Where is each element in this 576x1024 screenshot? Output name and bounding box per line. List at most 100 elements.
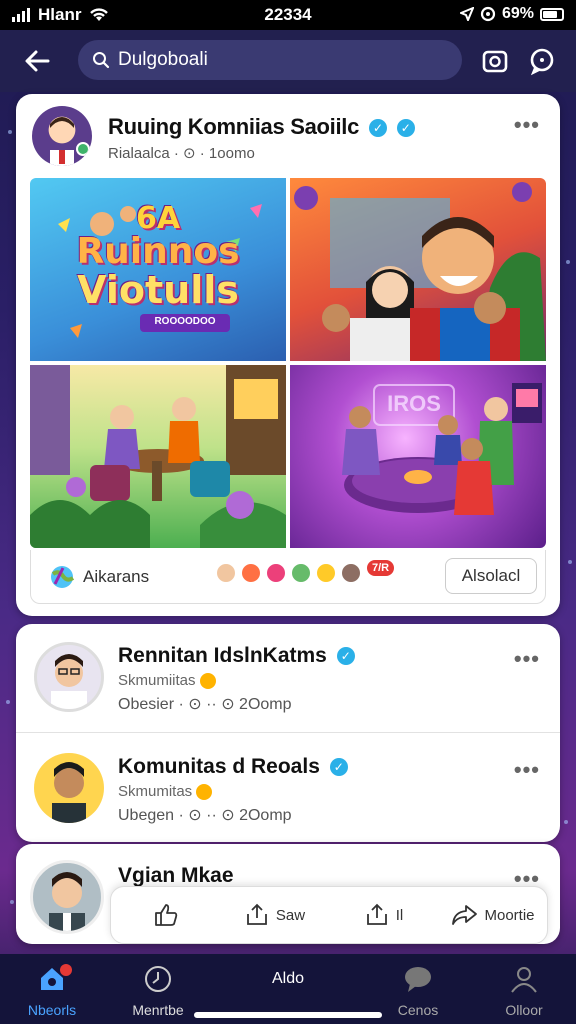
community-avatar[interactable] <box>32 106 92 166</box>
nav-label: Cenos <box>397 1002 439 1018</box>
list-item[interactable]: Komunitas d Reoals ✓ Skmumitas Ubegen · … <box>16 732 560 840</box>
tile-headline-top: 6A <box>135 201 181 236</box>
list-item-subtitle-text: Skmumitas <box>118 783 193 800</box>
reaction-avatar <box>290 562 312 584</box>
tile-tag: ROOOODOO <box>154 316 216 327</box>
reaction-avatar <box>315 562 337 584</box>
chat-bubble-icon <box>405 967 431 992</box>
nav-tab-chats[interactable]: Cenos <box>370 962 466 1018</box>
list-item-title-text: Komunitas d Reoals <box>118 755 320 778</box>
verified-icon: ✓ <box>396 119 415 138</box>
share-icon <box>366 903 387 925</box>
avatar-illustration <box>49 872 85 931</box>
list-item-title[interactable]: Vgian Mkae <box>118 864 234 888</box>
list-item-meta: Obesier · ⊙ ·· ⊙ 2Oomp <box>118 696 292 713</box>
chat-icon[interactable] <box>525 44 559 78</box>
reaction-avatar <box>215 562 237 584</box>
list-item[interactable]: Rennitan IdslnKatms ✓ Skmumiitas Obesier… <box>16 624 560 732</box>
save-label: Saw <box>275 906 306 924</box>
nav-label: Nbeorls <box>27 1002 77 1018</box>
list-item-meta: Ubegen · ⊙ ·· ⊙ 2Oomp <box>118 807 292 824</box>
battery-icon <box>540 7 564 21</box>
avatar-illustration <box>50 117 74 166</box>
clock-icon <box>145 966 171 992</box>
more-options-icon[interactable]: ••• <box>514 757 540 783</box>
table-scene-illustration <box>30 365 286 548</box>
list-item-subtitle: Skmumitas <box>118 783 213 801</box>
image-tile-friends-selfie[interactable] <box>290 178 546 361</box>
post-footer: Aikarans 7/R Alsolacl <box>30 550 546 604</box>
footer-label: Aikarans <box>83 567 150 586</box>
post-action-bar: Saw Il Moortie <box>110 886 548 944</box>
verified-icon: ✓ <box>336 647 355 666</box>
reaction-avatar <box>340 562 362 584</box>
more-options-icon[interactable]: ••• <box>514 646 540 672</box>
upload-icon <box>247 903 267 925</box>
forward-button[interactable]: Moortie <box>438 902 547 928</box>
thumbs-up-icon <box>154 904 177 926</box>
profile-icon <box>511 967 537 993</box>
community-list: Rennitan IdslnKatms ✓ Skmumiitas Obesier… <box>16 624 560 842</box>
like-button[interactable] <box>111 901 220 929</box>
status-bar: Hlanr 22334 69% <box>0 0 576 30</box>
selfie-illustration <box>294 182 546 361</box>
image-tile-game-night[interactable]: IROS <box>290 365 546 548</box>
image-grid[interactable]: 6A Ruinnos Viotulls ROOOODOO IROS <box>30 178 546 548</box>
online-indicator <box>76 142 90 156</box>
search-input[interactable]: Dulgoboali <box>78 40 462 80</box>
tile-headline-mid: Ruinnos <box>76 231 240 272</box>
post-title[interactable]: Ruuing Komniias Saoiilc ✓ ✓ <box>108 114 415 140</box>
app-header: Dulgoboali <box>0 30 576 92</box>
share-button[interactable]: Il <box>329 902 438 928</box>
post-meta: Rialaalca · ⊙ · 1oomo <box>108 145 255 162</box>
image-tile-table-scene[interactable] <box>30 365 286 548</box>
reaction-avatars[interactable] <box>215 562 362 584</box>
nav-label: Olloor <box>505 1002 543 1018</box>
camera-icon[interactable] <box>478 44 512 78</box>
list-item-title[interactable]: Rennitan IdslnKatms ✓ <box>118 644 355 668</box>
tile-sign-text: IROS <box>387 391 441 416</box>
post-title-text: Ruuing Komniias Saoiilc <box>108 114 360 139</box>
avatar-illustration <box>52 762 86 823</box>
member-avatar[interactable] <box>34 753 104 823</box>
member-avatar[interactable] <box>34 642 104 712</box>
nav-label: Menrtbe <box>132 1002 184 1018</box>
status-right: 69% <box>459 5 564 23</box>
nav-tab-home[interactable]: Nbeorls <box>4 962 100 1018</box>
list-item-subtitle-text: Skmumiitas <box>118 672 196 689</box>
battery-percent: 69% <box>501 5 534 22</box>
reaction-count-badge: 7/R <box>367 560 395 576</box>
emoji-icon <box>196 784 213 801</box>
reaction-avatar <box>240 562 262 584</box>
list-item-title-text: Rennitan IdslnKatms <box>118 644 327 667</box>
verified-icon: ✓ <box>329 758 348 777</box>
post-action-button[interactable]: Alsolacl <box>445 558 537 594</box>
back-arrow-icon[interactable] <box>20 44 54 78</box>
emoji-icon <box>199 673 216 690</box>
save-button[interactable]: Saw <box>220 902 329 928</box>
search-icon <box>93 52 110 69</box>
nav-tab-profile[interactable]: Olloor <box>476 962 572 1018</box>
reaction-avatar <box>265 562 287 584</box>
list-item[interactable]: Vgian Mkae ••• Saw Il Moortie <box>16 844 560 944</box>
globe-icon <box>51 566 75 588</box>
notification-dot <box>60 964 72 976</box>
nav-tab-members[interactable]: Menrtbe <box>110 962 206 1018</box>
image-tile-title[interactable]: 6A Ruinnos Viotulls ROOOODOO <box>30 178 286 361</box>
tile-headline-bottom: Viotulls <box>77 268 239 312</box>
location-icon <box>459 7 474 21</box>
home-indicator <box>194 1012 382 1018</box>
sync-icon <box>480 6 496 22</box>
member-avatar[interactable] <box>30 860 104 934</box>
forward-label: Moortie <box>484 906 535 924</box>
search-text: Dulgoboali <box>118 49 208 70</box>
list-item-title[interactable]: Komunitas d Reoals ✓ <box>118 755 348 779</box>
forward-icon <box>452 905 478 925</box>
post-card[interactable]: Ruuing Komniias Saoiilc ✓ ✓ Rialaalca · … <box>16 94 560 616</box>
list-item-subtitle: Skmumiitas <box>118 672 216 690</box>
nav-label: Aldo <box>271 970 305 987</box>
nav-tab-add[interactable]: Aldo <box>240 970 336 988</box>
share-label: Il <box>395 906 404 924</box>
more-options-icon[interactable]: ••• <box>514 112 540 138</box>
avatar-illustration <box>51 654 87 709</box>
